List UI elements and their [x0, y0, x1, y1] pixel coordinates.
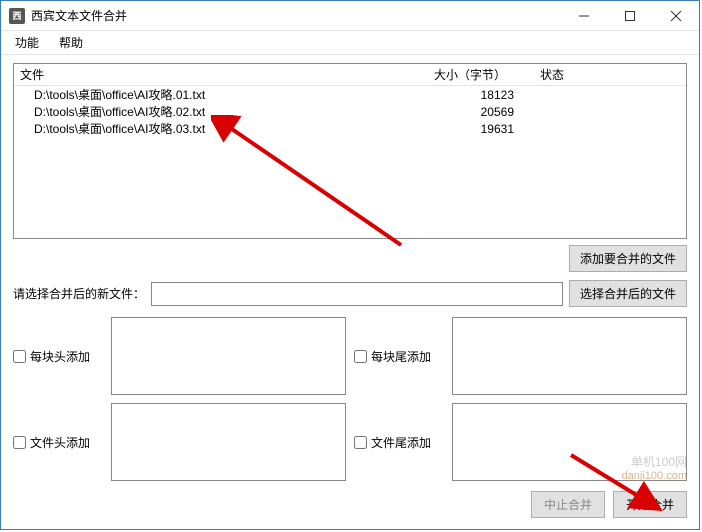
cell-size: 19631 [434, 122, 534, 136]
file-head-label: 文件头添加 [30, 434, 90, 451]
file-head-checkbox-wrap[interactable]: 文件头添加 [13, 434, 103, 451]
choose-output-button[interactable]: 选择合并后的文件 [569, 280, 687, 307]
block-head-checkbox-wrap[interactable]: 每块头添加 [13, 348, 103, 365]
cell-file: D:\tools\桌面\office\AI攻略.03.txt [14, 120, 434, 137]
col-header-status[interactable]: 状态 [534, 66, 686, 83]
block-head-checkbox[interactable] [13, 350, 26, 363]
file-list[interactable]: 文件 大小（字节） 状态 D:\tools\桌面\office\AI攻略.01.… [13, 63, 687, 239]
block-tail-textarea[interactable] [452, 317, 687, 395]
block-tail-label: 每块尾添加 [371, 348, 431, 365]
content-area: 文件 大小（字节） 状态 D:\tools\桌面\office\AI攻略.01.… [1, 55, 699, 529]
file-tail-checkbox-wrap[interactable]: 文件尾添加 [354, 434, 444, 451]
start-merge-button[interactable]: 开始合并 [613, 491, 687, 518]
file-list-body: D:\tools\桌面\office\AI攻略.01.txt 18123 D:\… [14, 86, 686, 238]
cell-size: 20569 [434, 105, 534, 119]
close-button[interactable] [653, 1, 699, 30]
menubar: 功能 帮助 [1, 31, 699, 55]
file-tail-textarea[interactable] [452, 403, 687, 481]
table-row[interactable]: D:\tools\桌面\office\AI攻略.03.txt 19631 [14, 120, 686, 137]
minimize-button[interactable] [561, 1, 607, 30]
add-row: 添加要合并的文件 [13, 245, 687, 272]
output-path-input[interactable] [151, 282, 563, 306]
stop-merge-button[interactable]: 中止合并 [531, 491, 605, 518]
app-window: 西 西宾文本文件合并 功能 帮助 文件 大小（字节） 状态 [0, 0, 700, 530]
bottom-buttons: 中止合并 开始合并 [13, 491, 687, 518]
output-label: 请选择合并后的新文件： [13, 285, 145, 302]
block-tail-checkbox-wrap[interactable]: 每块尾添加 [354, 348, 444, 365]
window-controls [561, 1, 699, 30]
file-tail-checkbox[interactable] [354, 436, 367, 449]
block-head-textarea[interactable] [111, 317, 346, 395]
options-grid: 每块头添加 每块尾添加 文件头添加 文件尾添加 [13, 317, 687, 481]
output-row: 请选择合并后的新文件： 选择合并后的文件 [13, 280, 687, 307]
menu-help[interactable]: 帮助 [49, 31, 93, 54]
cell-size: 18123 [434, 88, 534, 102]
cell-file: D:\tools\桌面\office\AI攻略.01.txt [14, 86, 434, 103]
file-list-header: 文件 大小（字节） 状态 [14, 64, 686, 86]
file-head-textarea[interactable] [111, 403, 346, 481]
app-icon: 西 [9, 8, 25, 24]
add-files-button[interactable]: 添加要合并的文件 [569, 245, 687, 272]
cell-file: D:\tools\桌面\office\AI攻略.02.txt [14, 103, 434, 120]
menu-function[interactable]: 功能 [5, 31, 49, 54]
titlebar: 西 西宾文本文件合并 [1, 1, 699, 31]
maximize-button[interactable] [607, 1, 653, 30]
table-row[interactable]: D:\tools\桌面\office\AI攻略.02.txt 20569 [14, 103, 686, 120]
file-head-checkbox[interactable] [13, 436, 26, 449]
block-head-label: 每块头添加 [30, 348, 90, 365]
file-tail-label: 文件尾添加 [371, 434, 431, 451]
col-header-size[interactable]: 大小（字节） [434, 66, 534, 83]
block-tail-checkbox[interactable] [354, 350, 367, 363]
col-header-file[interactable]: 文件 [14, 66, 434, 83]
table-row[interactable]: D:\tools\桌面\office\AI攻略.01.txt 18123 [14, 86, 686, 103]
window-title: 西宾文本文件合并 [31, 7, 561, 24]
